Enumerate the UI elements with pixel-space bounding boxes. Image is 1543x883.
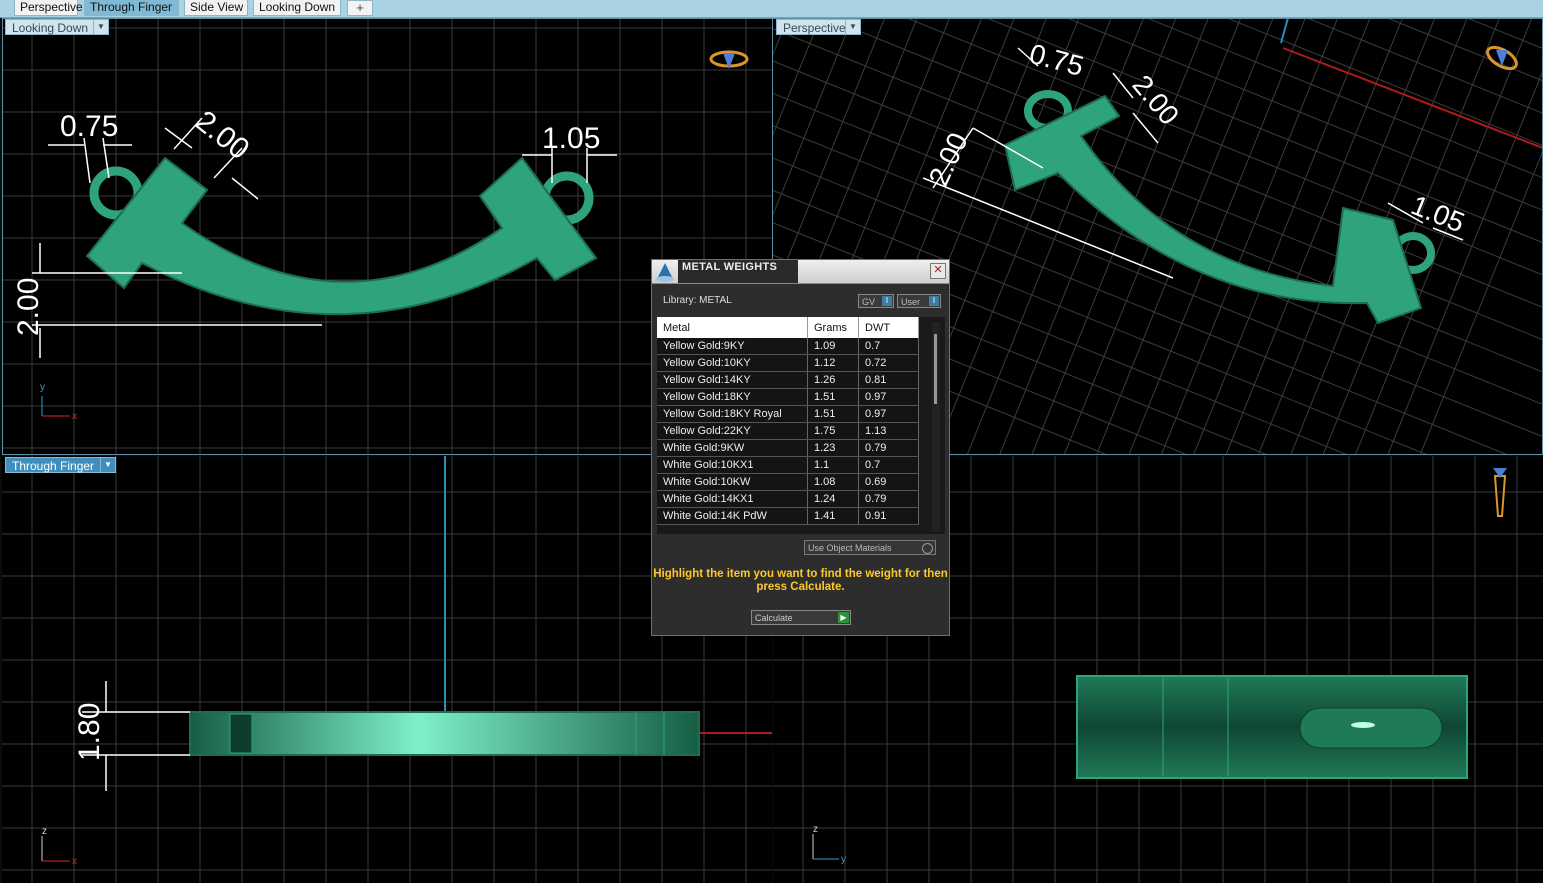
grams-cell: 1.51: [807, 388, 859, 406]
metal-name-cell: Yellow Gold:10KY: [657, 354, 808, 372]
dwt-cell: 0.7: [858, 456, 919, 474]
table-row[interactable]: Yellow Gold:10KY 1.12 0.72: [657, 354, 919, 372]
viewport-menu-perspective[interactable]: Perspective ▼: [776, 19, 861, 35]
dwt-cell: 0.97: [858, 405, 919, 423]
viewport-label: Through Finger: [12, 459, 95, 473]
view-cube-icon: [709, 50, 749, 69]
table-row[interactable]: White Gold:14KX1 1.24 0.79: [657, 490, 919, 508]
metal-name-cell: White Gold:10KW: [657, 473, 808, 491]
tab-looking-down[interactable]: Looking Down: [253, 0, 341, 16]
grams-cell: 1.09: [807, 338, 859, 355]
metal-table-container: Metal Grams DWT Yellow Gold:9KY 1.09 0.7 Ye…: [657, 317, 945, 534]
scrollbar-thumb[interactable]: [934, 334, 937, 404]
table-row[interactable]: Yellow Gold:14KY 1.26 0.81: [657, 371, 919, 389]
metal-weights-table: Metal Grams DWT Yellow Gold:9KY 1.09 0.7 Ye…: [657, 317, 919, 525]
tab-through-finger[interactable]: Through Finger: [84, 0, 179, 16]
metal-name-cell: White Gold:14K PdW: [657, 507, 808, 525]
pendant-side-profile: [189, 711, 700, 756]
metal-name-cell: White Gold:9KW: [657, 439, 808, 457]
dwt-cell: 0.7: [858, 338, 919, 355]
axis-z-label: z: [813, 824, 818, 835]
axis-y-label: y: [841, 854, 846, 865]
column-header-grams[interactable]: Grams: [807, 317, 859, 338]
grams-cell: 1.41: [807, 507, 859, 525]
dialog-titlebar[interactable]: METAL WEIGHTS ✕: [652, 260, 949, 284]
grams-cell: 1.75: [807, 422, 859, 440]
tab-side-view[interactable]: Side View: [184, 0, 248, 16]
view-cube-icon: [1486, 45, 1518, 71]
dim-thickness: 1.80: [73, 703, 106, 761]
play-arrow-icon: ▶: [838, 612, 849, 623]
dwt-cell: 0.81: [858, 371, 919, 389]
metal-name-cell: Yellow Gold:22KY: [657, 422, 808, 440]
metal-name-cell: White Gold:10KX1: [657, 456, 808, 474]
column-header-dwt[interactable]: DWT: [858, 317, 919, 338]
grams-cell: 1.12: [807, 354, 859, 372]
dwt-cell: 0.79: [858, 439, 919, 457]
table-row[interactable]: White Gold:14K PdW 1.41 0.91: [657, 507, 919, 525]
table-row[interactable]: White Gold:9KW 1.23 0.79: [657, 439, 919, 457]
viewport-menu-looking-down[interactable]: Looking Down ▼: [5, 19, 109, 35]
table-row[interactable]: White Gold:10KW 1.08 0.69: [657, 473, 919, 491]
use-object-materials-toggle[interactable]: Use Object Materials: [804, 540, 936, 555]
viewport-label: Perspective: [783, 21, 846, 35]
gv-toggle[interactable]: GV I: [858, 294, 894, 308]
chevron-down-icon: ▼: [93, 20, 108, 34]
axis-x-label: x: [72, 856, 77, 867]
viewport-label: Looking Down: [12, 21, 89, 35]
table-row[interactable]: Yellow Gold:18KY Royal 1.51 0.97: [657, 405, 919, 423]
dim-ring-outer: 1.05: [542, 122, 600, 155]
metal-name-cell: Yellow Gold:14KY: [657, 371, 808, 389]
axis-z-label: z: [42, 826, 47, 837]
axis-y-label: y: [40, 382, 45, 393]
dialog-title: METAL WEIGHTS: [682, 261, 778, 273]
metal-name-cell: Yellow Gold:18KY: [657, 388, 808, 406]
chevron-down-icon: ▼: [100, 458, 115, 472]
dwt-cell: 0.72: [858, 354, 919, 372]
pendant-model: [85, 156, 598, 316]
metal-name-cell: White Gold:14KX1: [657, 490, 808, 508]
table-row[interactable]: White Gold:10KX1 1.1 0.7: [657, 456, 919, 474]
calculate-button[interactable]: Calculate ▶: [751, 610, 851, 625]
user-toggle[interactable]: User I: [897, 294, 941, 308]
view-tab-bar: Perspective Through Finger Side View Loo…: [0, 0, 1543, 18]
dim-bar-width: 2.00: [189, 104, 255, 166]
chevron-down-icon: ▼: [845, 20, 860, 34]
tab-perspective[interactable]: Perspective: [14, 0, 83, 16]
dim3d-ring-thickness: 0.75: [1026, 38, 1087, 82]
metal-weights-dialog: METAL WEIGHTS ✕ Library: METAL GV I User I…: [651, 259, 950, 636]
grams-cell: 1.26: [807, 371, 859, 389]
dwt-cell: 0.79: [858, 490, 919, 508]
grams-cell: 1.24: [807, 490, 859, 508]
table-row[interactable]: Yellow Gold:9KY 1.09 0.7: [657, 338, 919, 355]
close-icon[interactable]: ✕: [930, 263, 946, 279]
dwt-cell: 0.97: [858, 388, 919, 406]
viewport-menu-through-finger[interactable]: Through Finger ▼: [5, 457, 116, 473]
metal-weights-icon: [656, 263, 674, 282]
dim-arc-height: 2.00: [12, 278, 45, 336]
metal-name-cell: Yellow Gold:9KY: [657, 338, 808, 355]
grams-cell: 1.1: [807, 456, 859, 474]
dwt-cell: 0.91: [858, 507, 919, 525]
add-tab-button[interactable]: +: [347, 0, 373, 16]
grams-cell: 1.08: [807, 473, 859, 491]
grams-cell: 1.51: [807, 405, 859, 423]
column-header-metal[interactable]: Metal: [657, 317, 808, 338]
axis-x-label: x: [72, 411, 77, 422]
instruction-text: Highlight the item you want to find the …: [653, 568, 948, 593]
dim-ring-thickness: 0.75: [60, 110, 118, 143]
dwt-cell: 0.69: [858, 473, 919, 491]
table-row[interactable]: Yellow Gold:22KY 1.75 1.13: [657, 422, 919, 440]
library-label: Library: METAL: [663, 295, 732, 306]
radio-icon: [922, 543, 933, 554]
dwt-cell: 1.13: [858, 422, 919, 440]
metal-name-cell: Yellow Gold:18KY Royal: [657, 405, 808, 423]
table-row[interactable]: Yellow Gold:18KY 1.51 0.97: [657, 388, 919, 406]
table-scrollbar[interactable]: [932, 322, 940, 532]
grams-cell: 1.23: [807, 439, 859, 457]
